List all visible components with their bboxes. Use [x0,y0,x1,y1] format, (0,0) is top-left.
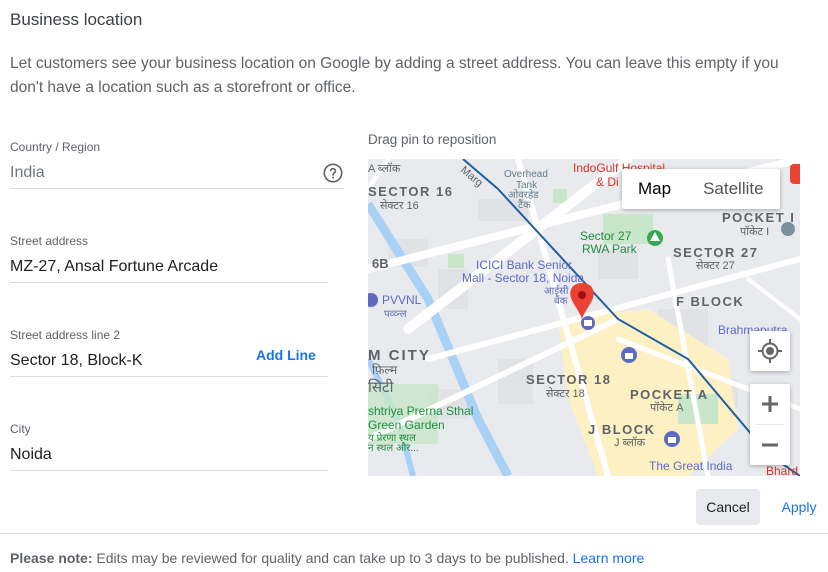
map-label-prerna-1: shtriya Prerna Sthal [368,404,473,418]
map-label-pocket-i: POCKET I [722,210,795,225]
map-label-great-india: The Great India [649,459,733,473]
satellite-view-button[interactable]: Satellite [687,169,779,209]
map-label-pvvnl-hi: पव्व्न्ल [384,309,407,320]
map-label-6b: 6B [372,256,389,271]
map-label-sector16: SECTOR 16 [368,184,454,199]
location-map[interactable]: SECTOR 16 सेक्टर 16 A ब्लॉक Marg Overhea… [368,159,800,476]
note-text: Edits may be reviewed for quality and ca… [92,550,573,566]
map-label-bhard: Bhard [766,464,798,476]
map-view-button[interactable]: Map [622,169,687,209]
map-label-icici-2: Mall - Sector 18, Noida [462,271,584,285]
map-label-sector16-hi: सेक्टर 16 [380,199,419,212]
city-value: Noida [10,446,52,463]
map-label-hospital-2: & Di [596,175,619,189]
map-label-pvvnl: PVVNL [382,293,422,307]
map-label-rwa-1: Sector 27 [580,229,632,243]
cancel-button[interactable]: Cancel [696,489,760,525]
country-label: Country / Region [10,140,101,154]
zoom-in-button[interactable] [750,384,790,424]
drag-pin-hint: Drag pin to reposition [368,132,497,147]
map-label-pocket-i-hi: पॉकेट I [740,225,769,238]
city-label: City [10,422,31,436]
map-label-pocket-a: POCKET A [630,387,709,402]
map-type-toggle: Map Satellite [622,169,780,209]
learn-more-link[interactable]: Learn more [573,550,645,566]
footer-note: Please note: Edits may be reviewed for q… [10,550,644,566]
my-location-icon [758,339,782,363]
my-location-button[interactable] [750,331,790,371]
park-icon [647,230,663,246]
street-address-field[interactable]: Street address MZ-27, Ansal Fortune Arca… [10,234,328,283]
map-label-sector27: SECTOR 27 [673,245,759,260]
footer-divider [0,533,828,534]
bank-icon [581,316,595,330]
plus-icon [762,396,778,412]
street-address-label: Street address [10,234,89,248]
map-label-sector18: SECTOR 18 [526,372,612,387]
map-label-tank-hi-2: टैंक [518,199,531,211]
map-label-sector27-hi: सेक्टर 27 [696,259,735,272]
section-title: Business location [10,10,143,29]
zoom-controls [750,384,790,465]
map-label-city-hi-1: फ़िल्म [372,363,398,377]
map-label-a-block: A ब्लॉक [368,162,401,175]
map-label-icici-hi-2: बैंक [554,295,568,307]
map-label-icici-1: ICICI Bank Senior [476,258,572,272]
help-circle-icon[interactable] [322,162,344,184]
map-label-overhead: Overhead [504,169,548,180]
shopping-icon [621,347,637,363]
zoom-out-button[interactable] [750,425,790,465]
shopping-icon-2 [664,431,680,447]
map-label-prerna-4: न स्थल और... [368,442,419,454]
street-address-value: MZ-27, Ansal Fortune Arcade [10,258,219,275]
map-label-prerna-2: Green Garden [368,418,445,432]
map-label-rwa-2: RWA Park [582,242,638,256]
map-label-city-hi-2: सिटी [368,378,395,396]
minus-icon [762,443,778,447]
map-label-pocket-a-hi: पॉकेट A [650,401,684,414]
street-address-line2-label: Street address line 2 [10,328,121,342]
section-description: Let customers see your business location… [10,55,779,96]
add-line-button[interactable]: Add Line [256,347,316,363]
hospital-icon [790,164,800,184]
map-label-j-block-hi: J ब्लॉक [614,436,646,449]
building-icon [781,222,795,236]
country-field[interactable]: Country / Region India [10,140,344,189]
map-label-city: M CITY [368,347,431,364]
city-field[interactable]: City Noida [10,422,328,471]
country-value: India [10,164,45,181]
map-label-j-block: J BLOCK [588,422,656,437]
map-label-f-block: F BLOCK [676,294,744,309]
apply-button[interactable]: Apply [770,489,828,525]
map-label-sector18-hi: सेक्टर 18 [546,387,585,400]
note-label: Please note: [10,550,93,566]
